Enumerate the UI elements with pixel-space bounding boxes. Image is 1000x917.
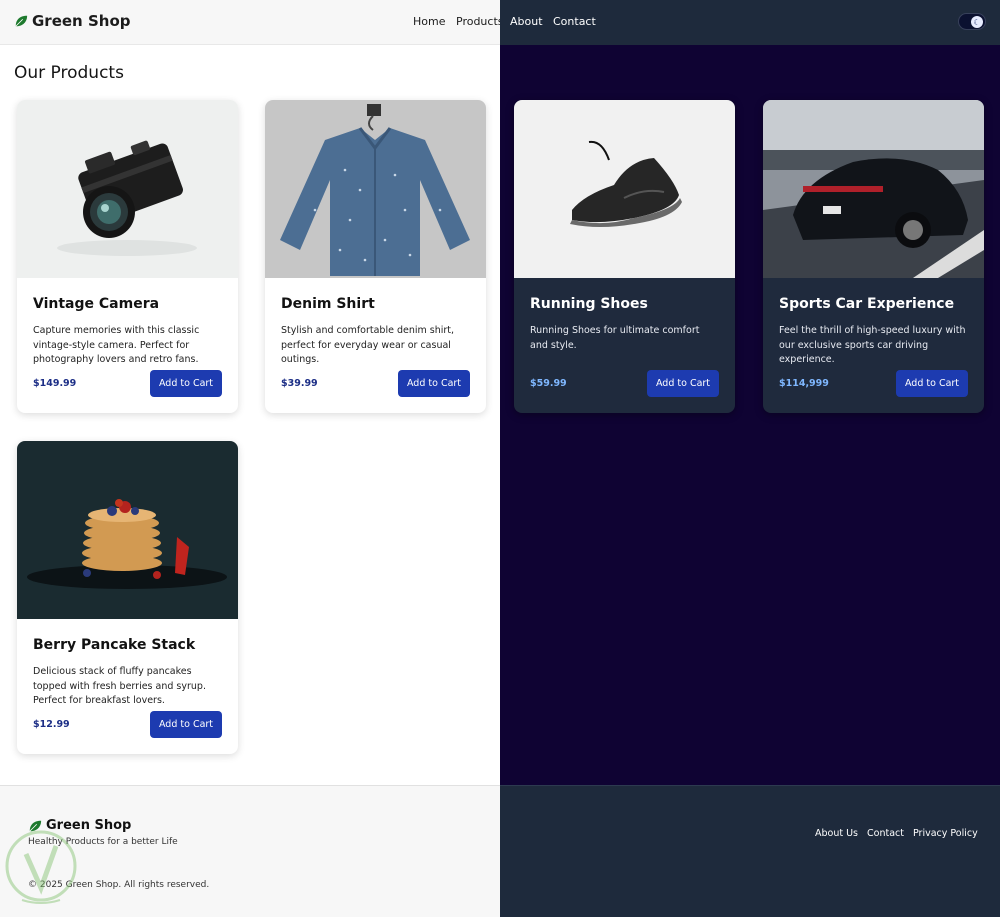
add-to-cart-button[interactable]: Add to Cart [150, 370, 222, 397]
watermark-logo [5, 830, 77, 904]
theme-toggle[interactable]: ☾ [958, 13, 986, 30]
product-title: Berry Pancake Stack [33, 637, 196, 653]
footer-link-privacy-policy[interactable]: Privacy Policy [913, 828, 978, 839]
brand-name: Green Shop [32, 12, 131, 30]
pancakes-photo [17, 441, 238, 619]
nav-products[interactable]: Products [456, 15, 504, 28]
card-body: Denim Shirt Stylish and comfortable deni… [265, 278, 486, 413]
running-shoe-photo [514, 100, 735, 278]
product-title: Vintage Camera [33, 296, 160, 312]
leaf-icon [15, 15, 28, 27]
add-to-cart-button[interactable]: Add to Cart [647, 370, 719, 397]
nav-about[interactable]: About [510, 15, 543, 28]
page-title: Our Products [14, 63, 124, 83]
product-card: Denim Shirt Stylish and comfortable deni… [265, 100, 486, 413]
denim-shirt-photo [265, 100, 486, 278]
add-to-cart-button[interactable]: Add to Cart [398, 370, 470, 397]
card-body: Berry Pancake Stack Delicious stack of f… [17, 619, 238, 754]
add-to-cart-button[interactable]: Add to Cart [896, 370, 968, 397]
card-body: Running Shoes Running Shoes for ultimate… [514, 278, 735, 413]
product-price: $39.99 [281, 378, 318, 389]
navbar-dark: About Contact [500, 0, 1000, 45]
sports-car-photo [763, 100, 984, 278]
product-card: Sports Car Experience Feel the thrill of… [763, 100, 984, 413]
product-price: $12.99 [33, 719, 70, 730]
product-price: $149.99 [33, 378, 77, 389]
nav-home[interactable]: Home [413, 15, 445, 28]
product-card: Berry Pancake Stack Delicious stack of f… [17, 441, 238, 754]
product-description: Running Shoes for ultimate comfort and s… [530, 325, 700, 351]
product-price: $114,999 [779, 378, 829, 389]
product-card: Running Shoes Running Shoes for ultimate… [514, 100, 735, 413]
card-body: Vintage Camera Capture memories with thi… [17, 278, 238, 413]
moon-icon: ☾ [971, 16, 983, 28]
camera-photo [17, 100, 238, 278]
footer-dark: About Us Contact Privacy Policy [500, 785, 1000, 917]
product-price: $59.99 [530, 378, 567, 389]
product-title: Sports Car Experience [779, 296, 955, 312]
product-title: Denim Shirt [281, 296, 375, 312]
product-description: Delicious stack of fluffy pancakes toppe… [33, 666, 206, 706]
product-description: Feel the thrill of high-speed luxury wit… [779, 325, 966, 365]
product-title: Running Shoes [530, 296, 648, 312]
footer-link-contact[interactable]: Contact [867, 828, 904, 839]
product-description: Stylish and comfortable denim shirt, per… [281, 325, 455, 365]
add-to-cart-button[interactable]: Add to Cart [150, 711, 222, 738]
brand-logo[interactable]: Green Shop [14, 12, 130, 30]
product-description: Capture memories with this classic vinta… [33, 325, 200, 365]
product-card: Vintage Camera Capture memories with thi… [17, 100, 238, 413]
nav-contact[interactable]: Contact [553, 15, 596, 28]
card-body: Sports Car Experience Feel the thrill of… [763, 278, 984, 413]
navbar-light: Green Shop Home Products [0, 0, 504, 45]
footer-link-about-us[interactable]: About Us [815, 828, 858, 839]
